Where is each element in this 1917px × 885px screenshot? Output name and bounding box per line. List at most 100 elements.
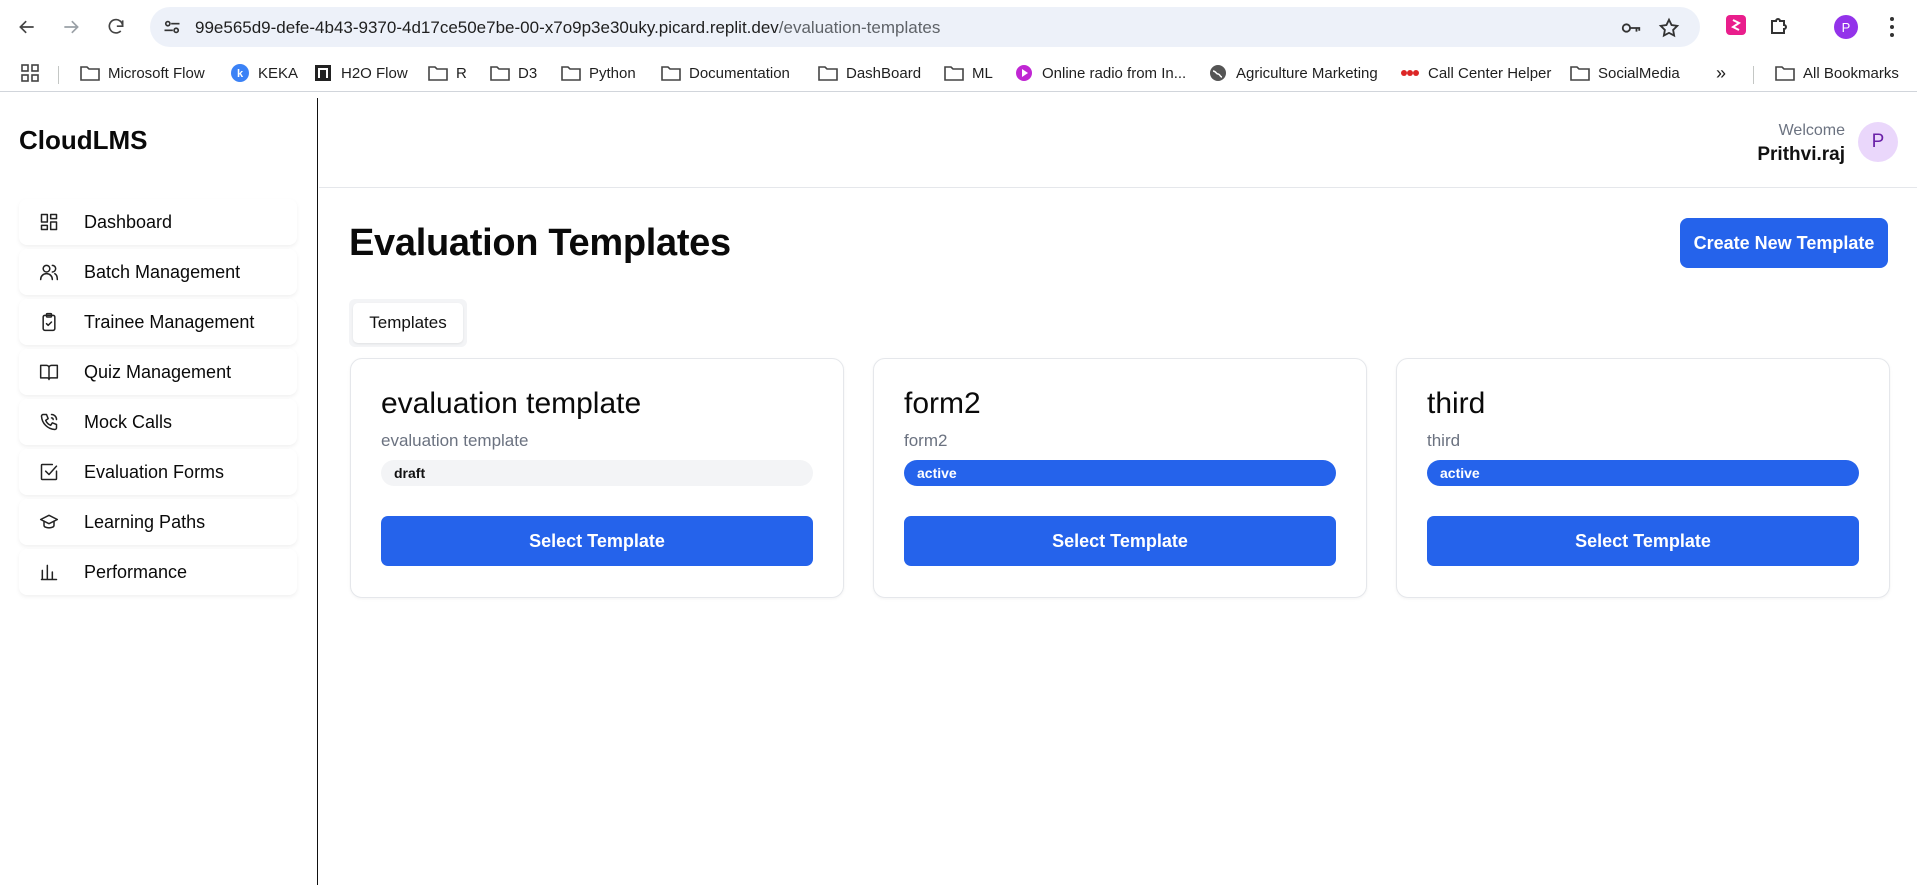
- browser-toolbar: 99e565d9-defe-4b43-9370-4d17ce50e7be-00-…: [0, 0, 1917, 54]
- folder-icon: [661, 64, 681, 82]
- phone-icon: [40, 413, 58, 431]
- extension-app-icon[interactable]: [1724, 13, 1748, 37]
- sidebar-item-batch-management[interactable]: Batch Management: [19, 249, 297, 295]
- bookmark-label: Agriculture Marketing: [1236, 64, 1378, 82]
- sidebar-item-dashboard[interactable]: Dashboard: [19, 199, 297, 245]
- bookmark-item[interactable]: D3: [490, 62, 537, 84]
- sidebar-item-label: Learning Paths: [84, 511, 206, 532]
- folder-icon: [428, 64, 448, 82]
- bookmark-item[interactable]: SocialMedia: [1570, 62, 1680, 84]
- users-icon: [39, 264, 59, 281]
- sidebar-item-label: Performance: [84, 561, 188, 582]
- bookmark-item[interactable]: Agriculture Marketing: [1208, 62, 1378, 84]
- sidebar-item-mock-calls[interactable]: Mock Calls: [19, 399, 297, 445]
- arrow-right-icon: [64, 20, 79, 34]
- graduation-cap-icon: [39, 514, 59, 529]
- select-template-button[interactable]: Select Template: [904, 516, 1336, 566]
- bookmark-item[interactable]: Python: [561, 62, 636, 84]
- callcenter-icon: [1400, 64, 1420, 82]
- sidebar-item-learning-paths[interactable]: Learning Paths: [19, 499, 297, 545]
- address-bar[interactable]: 99e565d9-defe-4b43-9370-4d17ce50e7be-00-…: [150, 7, 1700, 47]
- bookmark-label: KEKA: [258, 64, 299, 82]
- h2o-icon: [313, 64, 333, 82]
- bookmark-item[interactable]: k KEKA: [230, 62, 298, 84]
- url-text: 99e565d9-defe-4b43-9370-4d17ce50e7be-00-…: [195, 18, 940, 38]
- bookmark-item[interactable]: Online radio from In...: [1014, 62, 1186, 84]
- bookmark-item[interactable]: H2O Flow: [313, 62, 408, 84]
- sidebar-item-label: Evaluation Forms: [84, 461, 225, 482]
- template-description: third: [1427, 431, 1461, 450]
- globe-icon: [1208, 64, 1228, 82]
- forward-button[interactable]: [56, 12, 86, 42]
- bookmark-label: R: [456, 64, 467, 82]
- status-badge: active: [904, 460, 1336, 486]
- sidebar-item-evaluation-forms[interactable]: Evaluation Forms: [19, 449, 297, 495]
- bookmark-label: DashBoard: [846, 64, 922, 82]
- folder-icon: [1775, 64, 1795, 82]
- bookmark-item[interactable]: ML: [944, 62, 993, 84]
- bookmark-label: Online radio from In...: [1042, 64, 1187, 82]
- clipboard-icon: [42, 312, 56, 332]
- bookmark-label: SocialMedia: [1598, 64, 1680, 82]
- chevron-double-right-icon: »: [1716, 62, 1727, 83]
- site-settings-icon[interactable]: [162, 17, 182, 37]
- arrow-left-icon: [19, 20, 34, 34]
- brand-logo[interactable]: CloudLMS: [19, 125, 148, 156]
- reload-button[interactable]: [101, 12, 131, 42]
- password-key-icon[interactable]: [1620, 17, 1642, 39]
- tab-templates[interactable]: Templates: [353, 303, 463, 343]
- user-avatar[interactable]: P: [1858, 122, 1898, 162]
- sidebar-item-performance[interactable]: Performance: [19, 549, 297, 595]
- select-template-button[interactable]: Select Template: [381, 516, 813, 566]
- book-icon: [39, 364, 59, 381]
- template-card: third third active Select Template: [1396, 358, 1890, 598]
- folder-icon: [1570, 64, 1590, 82]
- bookmark-label: Documentation: [689, 64, 790, 82]
- user-name: Prithvi.raj: [1757, 144, 1845, 165]
- bookmark-label: Python: [589, 64, 636, 82]
- sidebar-item-label: Dashboard: [84, 211, 173, 232]
- url-path: /evaluation-templates: [778, 18, 941, 37]
- svg-text:k: k: [237, 68, 244, 80]
- template-title: evaluation template: [381, 387, 642, 420]
- create-new-template-button[interactable]: Create New Template: [1680, 218, 1888, 268]
- back-button[interactable]: [12, 12, 42, 42]
- bookmark-label: H2O Flow: [341, 64, 408, 82]
- template-description: form2: [904, 431, 948, 450]
- grid-icon: [40, 213, 58, 231]
- bookmark-item[interactable]: R: [428, 62, 467, 84]
- sidebar-item-quiz-management[interactable]: Quiz Management: [19, 349, 297, 395]
- bookmark-label: D3: [518, 64, 538, 82]
- bookmark-star-icon[interactable]: [1658, 17, 1680, 39]
- keka-icon: k: [230, 64, 250, 82]
- folder-icon: [80, 64, 100, 82]
- bookmark-item[interactable]: Microsoft Flow: [80, 62, 205, 84]
- bookmark-item[interactable]: Call Center Helper: [1400, 62, 1551, 84]
- bookmark-item[interactable]: Documentation: [661, 62, 790, 84]
- bar-chart-icon: [40, 564, 58, 581]
- browser-menu-icon[interactable]: [1882, 14, 1902, 40]
- bookmark-item[interactable]: DashBoard: [818, 62, 921, 84]
- template-description: evaluation template: [381, 431, 529, 450]
- sidebar-item-label: Mock Calls: [84, 411, 173, 432]
- all-bookmarks-label: All Bookmarks: [1803, 64, 1899, 82]
- sidebar-item-trainee-management[interactable]: Trainee Management: [19, 299, 297, 345]
- app-header: Welcome Prithvi.raj: [319, 98, 1917, 188]
- bookmark-label: ML: [972, 64, 993, 82]
- bookmarks-bar: Microsoft Flow k KEKA H2O Flow R D3 Python Docu…: [0, 54, 1917, 92]
- apps-button[interactable]: [20, 62, 48, 84]
- template-card: evaluation template evaluation template dr…: [350, 358, 844, 598]
- page-title: Evaluation Templates: [349, 222, 731, 264]
- extensions-puzzle-icon[interactable]: [1768, 13, 1792, 37]
- select-template-button[interactable]: Select Template: [1427, 516, 1859, 566]
- folder-icon: [944, 64, 964, 82]
- tab-list: Templates: [349, 299, 467, 347]
- all-bookmarks-folder[interactable]: All Bookmarks: [1775, 62, 1899, 84]
- bookmark-label: Call Center Helper: [1428, 64, 1552, 82]
- folder-icon: [490, 64, 510, 82]
- bookmarks-divider: [58, 66, 59, 84]
- status-badge: active: [1427, 460, 1859, 486]
- browser-profile-avatar[interactable]: P: [1834, 15, 1858, 39]
- more-bookmarks-button[interactable]: »: [1716, 62, 1726, 84]
- sidebar-item-label: Trainee Management: [84, 311, 255, 332]
